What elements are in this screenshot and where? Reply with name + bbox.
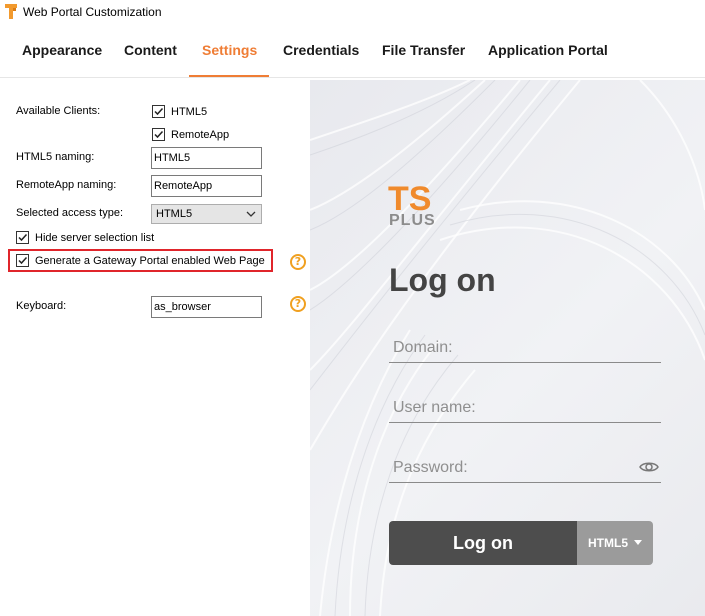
keyboard-label: Keyboard: [16,300,67,312]
svg-text:PLUS: PLUS [389,212,436,228]
tab-appearance[interactable]: Appearance [22,42,102,58]
settings-panel: Available Clients: HTML5 RemoteApp HTML5… [0,78,310,616]
username-field[interactable]: User name: [389,393,661,423]
html5-naming-input[interactable] [151,147,262,169]
logon-button[interactable]: Log on [389,521,577,565]
client-select-value: HTML5 [588,536,628,550]
username-placeholder: User name: [393,399,476,416]
tab-content[interactable]: Content [124,42,177,58]
tab-file-transfer[interactable]: File Transfer [382,42,465,58]
keyboard-help-icon[interactable]: ? [290,296,306,312]
remoteapp-naming-input[interactable] [151,175,262,197]
html5-client-checkbox[interactable] [152,105,165,118]
checkmark-icon [154,130,164,139]
logon-heading: Log on [389,262,496,298]
gateway-portal-checkbox[interactable] [16,254,29,267]
access-type-value: HTML5 [156,208,193,220]
domain-placeholder: Domain: [393,339,453,356]
html5-client-label: HTML5 [171,106,208,118]
tab-settings[interactable]: Settings [202,42,257,58]
portal-preview: TS PLUS Log on Domain: User name: Passwo… [310,80,705,616]
logon-button-group: Log on HTML5 [389,521,653,565]
checkmark-icon [154,107,164,116]
html5-naming-label: HTML5 naming: [16,151,95,163]
hide-server-list-label: Hide server selection list [35,232,155,244]
app-icon [5,4,17,19]
client-select-button[interactable]: HTML5 [577,521,653,565]
password-field[interactable]: Password: [389,453,661,483]
access-type-label: Selected access type: [16,207,124,219]
gateway-portal-label: Generate a Gateway Portal enabled Web Pa… [35,255,265,267]
tab-bar: Appearance Content Settings Credentials … [0,26,705,78]
access-type-select[interactable]: HTML5 [151,204,262,224]
checkmark-icon [18,233,28,242]
available-clients-label: Available Clients: [16,105,101,117]
remoteapp-client-checkbox[interactable] [152,128,165,141]
dropdown-caret-icon [634,540,642,545]
password-placeholder: Password: [393,459,468,476]
domain-field[interactable]: Domain: [389,333,661,363]
remoteapp-client-label: RemoteApp [171,129,230,141]
remoteapp-naming-label: RemoteApp naming: [16,179,117,191]
hide-server-list-checkbox[interactable] [16,231,29,244]
eye-icon[interactable] [639,459,659,475]
tab-credentials[interactable]: Credentials [283,42,359,58]
window-title: Web Portal Customization [23,5,162,19]
gateway-help-icon[interactable]: ? [290,254,306,270]
title-bar: Web Portal Customization [0,0,705,26]
chevron-down-icon [246,211,256,217]
keyboard-input[interactable] [151,296,262,318]
checkmark-icon [18,256,28,265]
tsplus-logo: TS PLUS [388,180,436,228]
tab-application-portal[interactable]: Application Portal [488,42,608,58]
